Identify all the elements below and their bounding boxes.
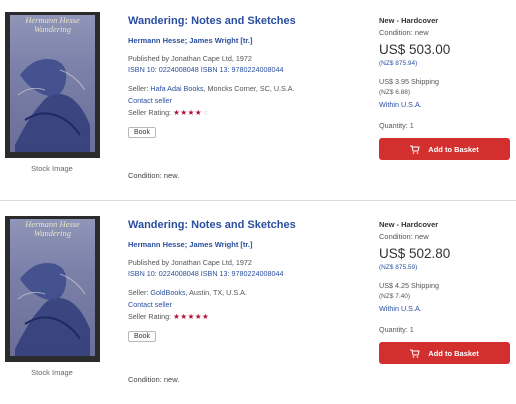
cover-title: Hermann Hesse Wandering [25,15,80,34]
author-link[interactable]: Hermann Hesse; James Wright [tr.] [128,36,252,45]
shipping-destination-link[interactable]: Within U.S.A. [379,304,422,313]
shipping-converted: (NZ$ 6.88) [379,89,411,96]
seller-rating: Seller Rating: ★★★★★ [128,312,209,321]
cart-icon [410,145,420,154]
seller-name-link[interactable]: Hafa Adai Books [150,84,203,93]
shipping-destination-link[interactable]: Within U.S.A. [379,100,422,109]
seller-rating-label: Seller Rating: [128,312,174,321]
add-to-basket-button[interactable]: Add to Basket [379,138,510,160]
price: US$ 502.80 [379,246,451,261]
author-link[interactable]: Hermann Hesse; James Wright [tr.] [128,240,252,249]
cover-illustration [15,263,90,356]
listing-divider [0,200,516,201]
price-converted: (NZ$ 875.94) [379,60,418,67]
contact-seller-link[interactable]: Contact seller [128,96,172,105]
quantity: Quantity: 1 [379,325,414,334]
book-title-link[interactable]: Wandering: Notes and Sketches [128,219,296,231]
cart-icon [410,349,420,358]
shipping-cost: US$ 3.95 Shipping [379,77,439,86]
stock-image-label: Stock Image [31,368,73,377]
seller-rating-label: Seller Rating: [128,108,174,117]
condition-note: Condition: new. [128,375,180,384]
publisher-info: Published by Jonathan Cape Ltd, 1972 [128,54,252,63]
seller-location: , Austin, TX, U.S.A. [185,288,247,297]
book-title-link[interactable]: Wandering: Notes and Sketches [128,15,296,27]
seller-info: Seller: Hafa Adai Books, Moncks Corner, … [128,84,295,93]
cover-title: Hermann Hesse Wandering [25,219,80,238]
shipping-converted: (NZ$ 7.40) [379,293,411,300]
book-cover-image[interactable]: Hermann Hesse Wandering [5,12,100,158]
rating-stars-icon: ★★★★☆ [173,108,210,117]
stock-image-label: Stock Image [31,164,73,173]
seller-rating: Seller Rating: ★★★★☆ [128,108,209,117]
condition-note: Condition: new. [128,171,180,180]
seller-location: , Moncks Corner, SC, U.S.A. [203,84,295,93]
rating-stars-icon: ★★★★★ [173,312,210,321]
seller-name-link[interactable]: GoldBooks [150,288,185,297]
search-result-listing: Hermann Hesse Wandering Stock Image Wand… [0,204,516,404]
price: US$ 503.00 [379,42,451,57]
format-badge: Book [128,127,156,138]
seller-prefix: Seller: [128,288,151,297]
condition-label: Condition: new [379,232,429,241]
cover-illustration [15,59,90,152]
isbn-info: ISBN 10: 0224008048 ISBN 13: 97802240080… [128,65,284,74]
format-badge: Book [128,331,156,342]
quantity: Quantity: 1 [379,121,414,130]
shipping-cost: US$ 4.25 Shipping [379,281,439,290]
add-to-basket-label: Add to Basket [428,348,479,358]
contact-seller-link[interactable]: Contact seller [128,300,172,309]
condition-label: Condition: new [379,28,429,37]
publisher-info: Published by Jonathan Cape Ltd, 1972 [128,258,252,267]
isbn-info: ISBN 10: 0224008048 ISBN 13: 97802240080… [128,269,284,278]
seller-info: Seller: GoldBooks, Austin, TX, U.S.A. [128,288,247,297]
add-to-basket-label: Add to Basket [428,144,479,154]
price-converted: (NZ$ 875.59) [379,264,418,271]
search-result-listing: Hermann Hesse Wandering Stock Image Wand… [0,0,516,200]
binding-type: New - Hardcover [379,220,439,229]
seller-prefix: Seller: [128,84,151,93]
add-to-basket-button[interactable]: Add to Basket [379,342,510,364]
book-cover-image[interactable]: Hermann Hesse Wandering [5,216,100,362]
binding-type: New - Hardcover [379,16,439,25]
